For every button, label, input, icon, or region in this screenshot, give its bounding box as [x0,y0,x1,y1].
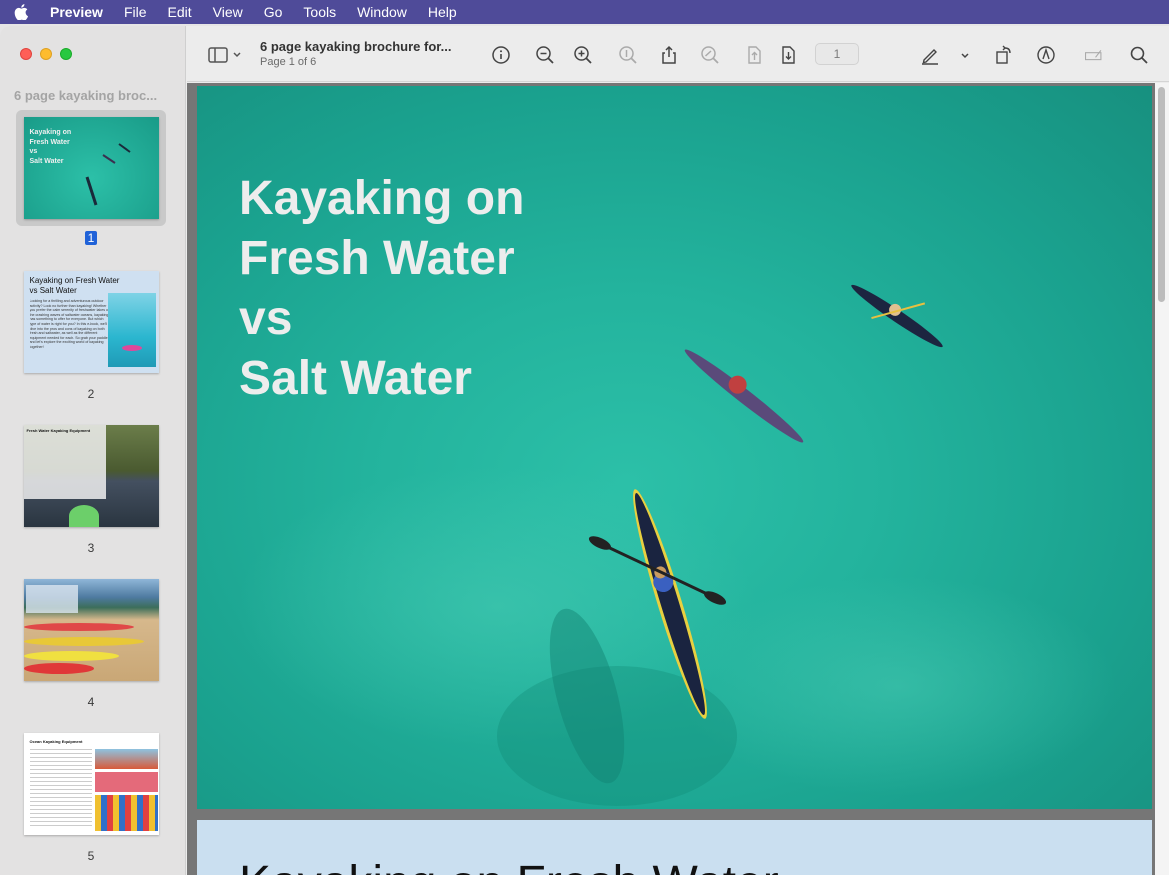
toolbar: 6 page kayaking brochure for... Page 1 o… [187,26,1169,82]
sidebar-document-title: 6 page kayaking broc... [14,88,158,103]
search-icon[interactable] [1128,44,1150,66]
menu-preview[interactable]: Preview [50,4,103,20]
annotate-icon[interactable] [1035,44,1057,66]
scrollbar-track[interactable] [1155,83,1169,875]
thumbnail-image [23,579,159,681]
page2-title: Kayaking on Fresh Water [239,856,779,875]
thumbnail-image: Kayaking on Fresh Water vs Salt Water [23,117,159,219]
thumbnail-text-lines [29,749,92,829]
page1-title-line: Fresh Water [239,232,515,285]
thumbnail-page-3[interactable]: Fresh Water Kayaking Equipment 3 [16,425,166,555]
page-number-label: 1 [84,231,98,245]
thumbnail-title-line: Kayaking on Fresh Water [29,276,120,285]
menu-file[interactable]: File [124,4,147,20]
actual-size-icon[interactable] [617,44,639,66]
scrollbar-thumb[interactable] [1158,87,1165,302]
kayak-shape [23,623,134,631]
kayak-shape [121,345,142,351]
thumbnail-body-text: Looking for a thrilling and adventurous … [29,299,110,349]
rotate-left-icon[interactable] [743,44,765,66]
kayak-shape [23,663,94,674]
thumbnail-page-1[interactable]: Kayaking on Fresh Water vs Salt Water 1 [16,117,166,245]
page1-title-line: vs [239,292,293,345]
share-icon[interactable] [658,44,680,66]
page-number-label: 2 [87,387,95,401]
thumbnail-photo [94,772,158,792]
kayak-bow-shape [68,505,99,527]
page1-title: Kayaking on Fresh Water vs Salt Water [239,169,524,409]
page-status: Page 1 of 6 [260,56,317,68]
form-icon[interactable] [1081,44,1107,66]
menu-tools[interactable]: Tools [303,4,336,20]
minimize-window-button[interactable] [40,48,52,60]
menu-bar: Preview File Edit View Go Tools Window H… [0,0,1169,24]
thumbnail-image: Kayaking on Fresh Water vs Salt Water Lo… [23,271,159,373]
page1-title-line: Kayaking on [239,172,525,225]
highlight-icon[interactable] [699,44,721,66]
document-title: 6 page kayaking brochure for... [260,39,452,54]
page-number-label: 5 [87,849,95,863]
thumbnail-page-5[interactable]: Ocean Kayaking Equipment 5 [16,733,166,863]
zoom-window-button[interactable] [60,48,72,60]
thumbnail-photo [94,749,158,769]
thumbnail-text-panel [25,585,78,613]
thumbnail-image: Fresh Water Kayaking Equipment [23,425,159,527]
document-view[interactable]: Kayaking on Fresh Water vs Salt Water Ka… [187,83,1169,875]
thumbnail-title: Ocean Kayaking Equipment [29,739,83,744]
thumbnail-photo [107,293,156,367]
kayak-shape [23,637,144,646]
close-window-button[interactable] [20,48,32,60]
menu-window[interactable]: Window [357,4,407,20]
window-controls [20,48,72,60]
zoom-in-icon[interactable] [572,44,594,66]
info-icon[interactable] [490,44,512,66]
menu-go[interactable]: Go [264,4,283,20]
thumbnail-title-line: vs Salt Water [29,286,77,295]
thumbnail-title: Kayaking on Fresh Water vs Salt Water [29,276,120,296]
zoom-out-icon[interactable] [534,44,556,66]
markup-icon[interactable] [919,44,941,66]
chevron-down-icon[interactable] [955,44,975,66]
page-number-label: 3 [87,541,95,555]
thumbnail-title: Fresh Water Kayaking Equipment [26,428,91,433]
thumbnail-sidebar: 6 page kayaking broc... Kayaking on Fres… [0,26,186,875]
menu-edit[interactable]: Edit [168,4,192,20]
page-number-label: 4 [87,695,95,709]
rotate-right-icon[interactable] [777,44,799,66]
document-page-2: Kayaking on Fresh Water [197,820,1152,875]
kayak-shape [23,651,119,661]
apple-icon[interactable] [14,4,30,20]
menu-view[interactable]: View [213,4,243,20]
page-number-field[interactable]: 1 [815,43,859,65]
thumbnail-image: Ocean Kayaking Equipment [23,733,159,835]
thumbnail-photo [94,795,158,831]
preview-window: 6 page kayaking broc... Kayaking on Fres… [0,26,1169,875]
thumbnail-text-panel [23,425,106,499]
menu-help[interactable]: Help [428,4,457,20]
page1-title-line: Salt Water [239,352,472,405]
sidebar-toggle-icon[interactable] [207,44,245,66]
document-page-1: Kayaking on Fresh Water vs Salt Water [197,86,1152,809]
thumbnail-page-2[interactable]: Kayaking on Fresh Water vs Salt Water Lo… [16,271,166,401]
rotate-icon[interactable] [993,44,1015,66]
thumbnail-page-4[interactable]: 4 [16,579,166,709]
kayak-illustration [85,143,131,206]
